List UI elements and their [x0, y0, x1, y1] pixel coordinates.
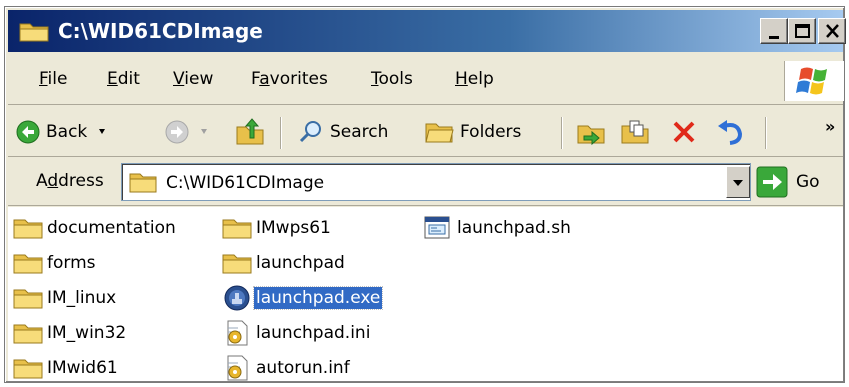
- dropdown-arrow-icon: [99, 129, 106, 134]
- explorer-window: C:\WID61CDImage File Edit View Favorites…: [4, 6, 846, 383]
- menu-view[interactable]: View: [173, 69, 213, 89]
- delete-icon: [673, 121, 695, 143]
- address-dropdown-button[interactable]: [726, 166, 750, 198]
- settings-file-icon: [227, 355, 248, 381]
- file-item-im-linux[interactable]: IM_linux: [12, 283, 118, 313]
- forward-button[interactable]: [165, 107, 215, 157]
- folders-icon: [425, 123, 454, 143]
- title-bar[interactable]: C:\WID61CDImage: [8, 10, 846, 52]
- move-to-folder-icon: [577, 125, 605, 146]
- up-folder-button[interactable]: [235, 107, 265, 157]
- folder-icon: [222, 254, 252, 274]
- windows-logo: [784, 61, 844, 101]
- minimize-button[interactable]: [760, 18, 788, 44]
- search-icon: [299, 121, 321, 143]
- file-name: IMwps61: [256, 218, 331, 238]
- undo-button[interactable]: [716, 107, 746, 157]
- script-file-icon: [424, 216, 450, 239]
- file-name: launchpad: [256, 253, 345, 273]
- maximize-icon: [795, 24, 810, 38]
- search-label: Search: [330, 122, 389, 142]
- go-label: Go: [796, 172, 820, 192]
- file-name: documentation: [47, 218, 176, 238]
- menu-tools[interactable]: Tools: [371, 69, 413, 89]
- back-arrow-icon: [16, 120, 40, 144]
- delete-button[interactable]: [670, 107, 698, 157]
- settings-file-icon: [227, 320, 248, 346]
- file-name: launchpad.ini: [256, 323, 371, 343]
- file-item-launchpad-ini[interactable]: launchpad.ini: [221, 318, 372, 348]
- file-item-launchpad-exe[interactable]: launchpad.exe: [221, 283, 384, 313]
- undo-icon: [718, 120, 743, 145]
- folders-button[interactable]: Folders: [424, 107, 521, 157]
- go-button[interactable]: Go: [756, 165, 836, 199]
- minimize-icon: [769, 36, 779, 39]
- toolbar-separator: [765, 117, 767, 149]
- folder-icon: [13, 289, 43, 309]
- up-folder-icon: [236, 118, 264, 145]
- file-item-launchpad-folder[interactable]: launchpad: [221, 248, 347, 278]
- file-item-imwid61[interactable]: IMwid61: [12, 353, 120, 383]
- menu-favorites[interactable]: Favorites: [251, 69, 328, 89]
- menu-edit[interactable]: Edit: [107, 69, 140, 89]
- windows-flag-icon: [796, 67, 827, 95]
- copy-to-button[interactable]: [620, 107, 650, 157]
- toolbar-separator: [561, 117, 563, 149]
- folder-icon: [13, 219, 43, 239]
- toolbar-overflow-chevron[interactable]: »: [825, 117, 835, 136]
- file-list: documentation forms IM_linux IM_win32 IM…: [8, 207, 843, 381]
- move-to-button[interactable]: [576, 107, 606, 157]
- exe-icon: [224, 285, 250, 311]
- folder-icon: [222, 219, 252, 239]
- address-bar: Address C:\WID61CDImage Go: [8, 158, 843, 206]
- forward-arrow-icon: [165, 120, 189, 144]
- copy-to-folder-icon: [621, 120, 649, 144]
- folder-icon: [13, 324, 43, 344]
- file-item-launchpad-sh[interactable]: launchpad.sh: [422, 213, 573, 243]
- file-item-forms[interactable]: forms: [12, 248, 98, 278]
- toolbar-separator: [280, 117, 282, 149]
- search-button[interactable]: Search: [298, 107, 388, 157]
- folder-icon: [129, 173, 157, 193]
- address-value: C:\WID61CDImage: [166, 173, 325, 193]
- menu-file[interactable]: File: [39, 69, 67, 89]
- dropdown-arrow-icon: [201, 129, 207, 134]
- back-button[interactable]: Back: [16, 107, 113, 157]
- file-name: autorun.inf: [256, 358, 350, 378]
- file-name: IMwid61: [47, 358, 118, 378]
- close-icon: [826, 24, 839, 38]
- back-label: Back: [46, 122, 88, 142]
- chevron-down-icon: [733, 180, 743, 186]
- folder-icon: [19, 23, 49, 42]
- folder-icon: [13, 359, 43, 379]
- file-name: launchpad.exe: [252, 286, 384, 310]
- address-label: Address: [36, 171, 104, 191]
- toolbar: Back Search Folders »: [8, 107, 843, 157]
- close-button[interactable]: [818, 18, 846, 44]
- file-name: IM_win32: [47, 323, 127, 343]
- menu-bar: File Edit View Favorites Tools Help: [8, 55, 844, 105]
- address-input[interactable]: C:\WID61CDImage: [121, 163, 751, 201]
- go-arrow-icon: [756, 166, 788, 198]
- file-name: forms: [47, 253, 96, 273]
- maximize-button[interactable]: [788, 18, 816, 44]
- file-item-autorun-inf[interactable]: autorun.inf: [221, 353, 352, 383]
- file-item-documentation[interactable]: documentation: [12, 213, 178, 243]
- file-item-imwps61[interactable]: IMwps61: [221, 213, 333, 243]
- menu-help[interactable]: Help: [455, 69, 494, 89]
- window-title: C:\WID61CDImage: [58, 19, 263, 43]
- file-name: launchpad.sh: [457, 218, 571, 238]
- file-name: IM_linux: [47, 288, 117, 308]
- folder-icon: [13, 254, 43, 274]
- file-item-im-win32[interactable]: IM_win32: [12, 318, 128, 348]
- folders-label: Folders: [460, 122, 522, 142]
